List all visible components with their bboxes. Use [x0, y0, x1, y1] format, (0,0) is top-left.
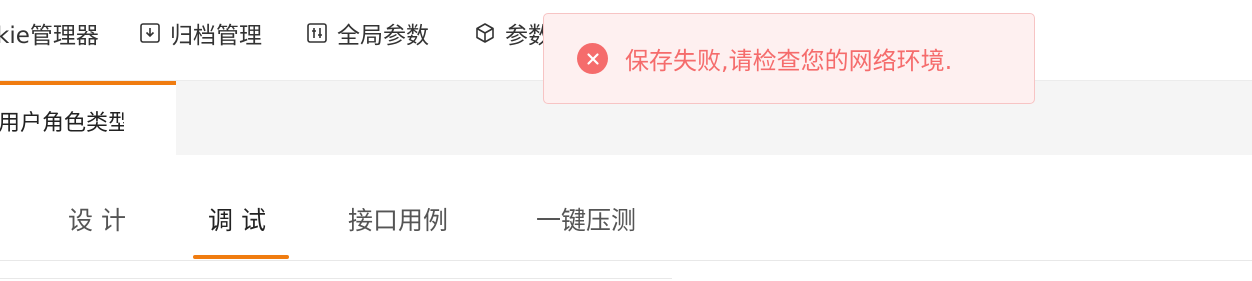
- tab-stress-test[interactable]: 一键压测: [536, 201, 636, 237]
- toast-message: 保存失败,请检查您的网络环境.: [625, 47, 953, 75]
- sub-tab-bar: 设 计 调 试 接口用例 一键压测: [0, 175, 1252, 261]
- tab-debug[interactable]: 调 试: [208, 201, 266, 237]
- menu-item-label: 归档管理: [170, 23, 262, 49]
- active-tab-indicator: [193, 255, 289, 259]
- sliders-icon: [305, 21, 329, 45]
- menu-item-cookie-manager[interactable]: kie管理器: [0, 16, 99, 50]
- menu-item-label: kie管理器: [0, 23, 99, 49]
- doc-tab-active[interactable]: 用户角色类型: [0, 81, 176, 155]
- tab-label: 设 计: [68, 206, 126, 235]
- content-divider: [0, 278, 672, 279]
- tab-design[interactable]: 设 计: [68, 201, 126, 237]
- archive-download-icon: [138, 21, 162, 45]
- menu-item-archive-management[interactable]: 归档管理: [138, 16, 262, 50]
- tab-label: 一键压测: [536, 206, 637, 235]
- menu-item-params[interactable]: 参数: [473, 16, 551, 50]
- doc-tab-label: 用户角色类型: [0, 111, 124, 136]
- menu-item-label: 全局参数: [337, 23, 429, 49]
- error-circle-icon: [577, 43, 608, 74]
- tab-label: 接口用例: [348, 206, 449, 235]
- tab-api-cases[interactable]: 接口用例: [348, 201, 448, 237]
- tab-label: 调 试: [208, 206, 266, 235]
- error-toast: 保存失败,请检查您的网络环境.: [543, 13, 1035, 104]
- cube-icon: [473, 21, 497, 45]
- menu-item-global-params[interactable]: 全局参数: [305, 16, 429, 50]
